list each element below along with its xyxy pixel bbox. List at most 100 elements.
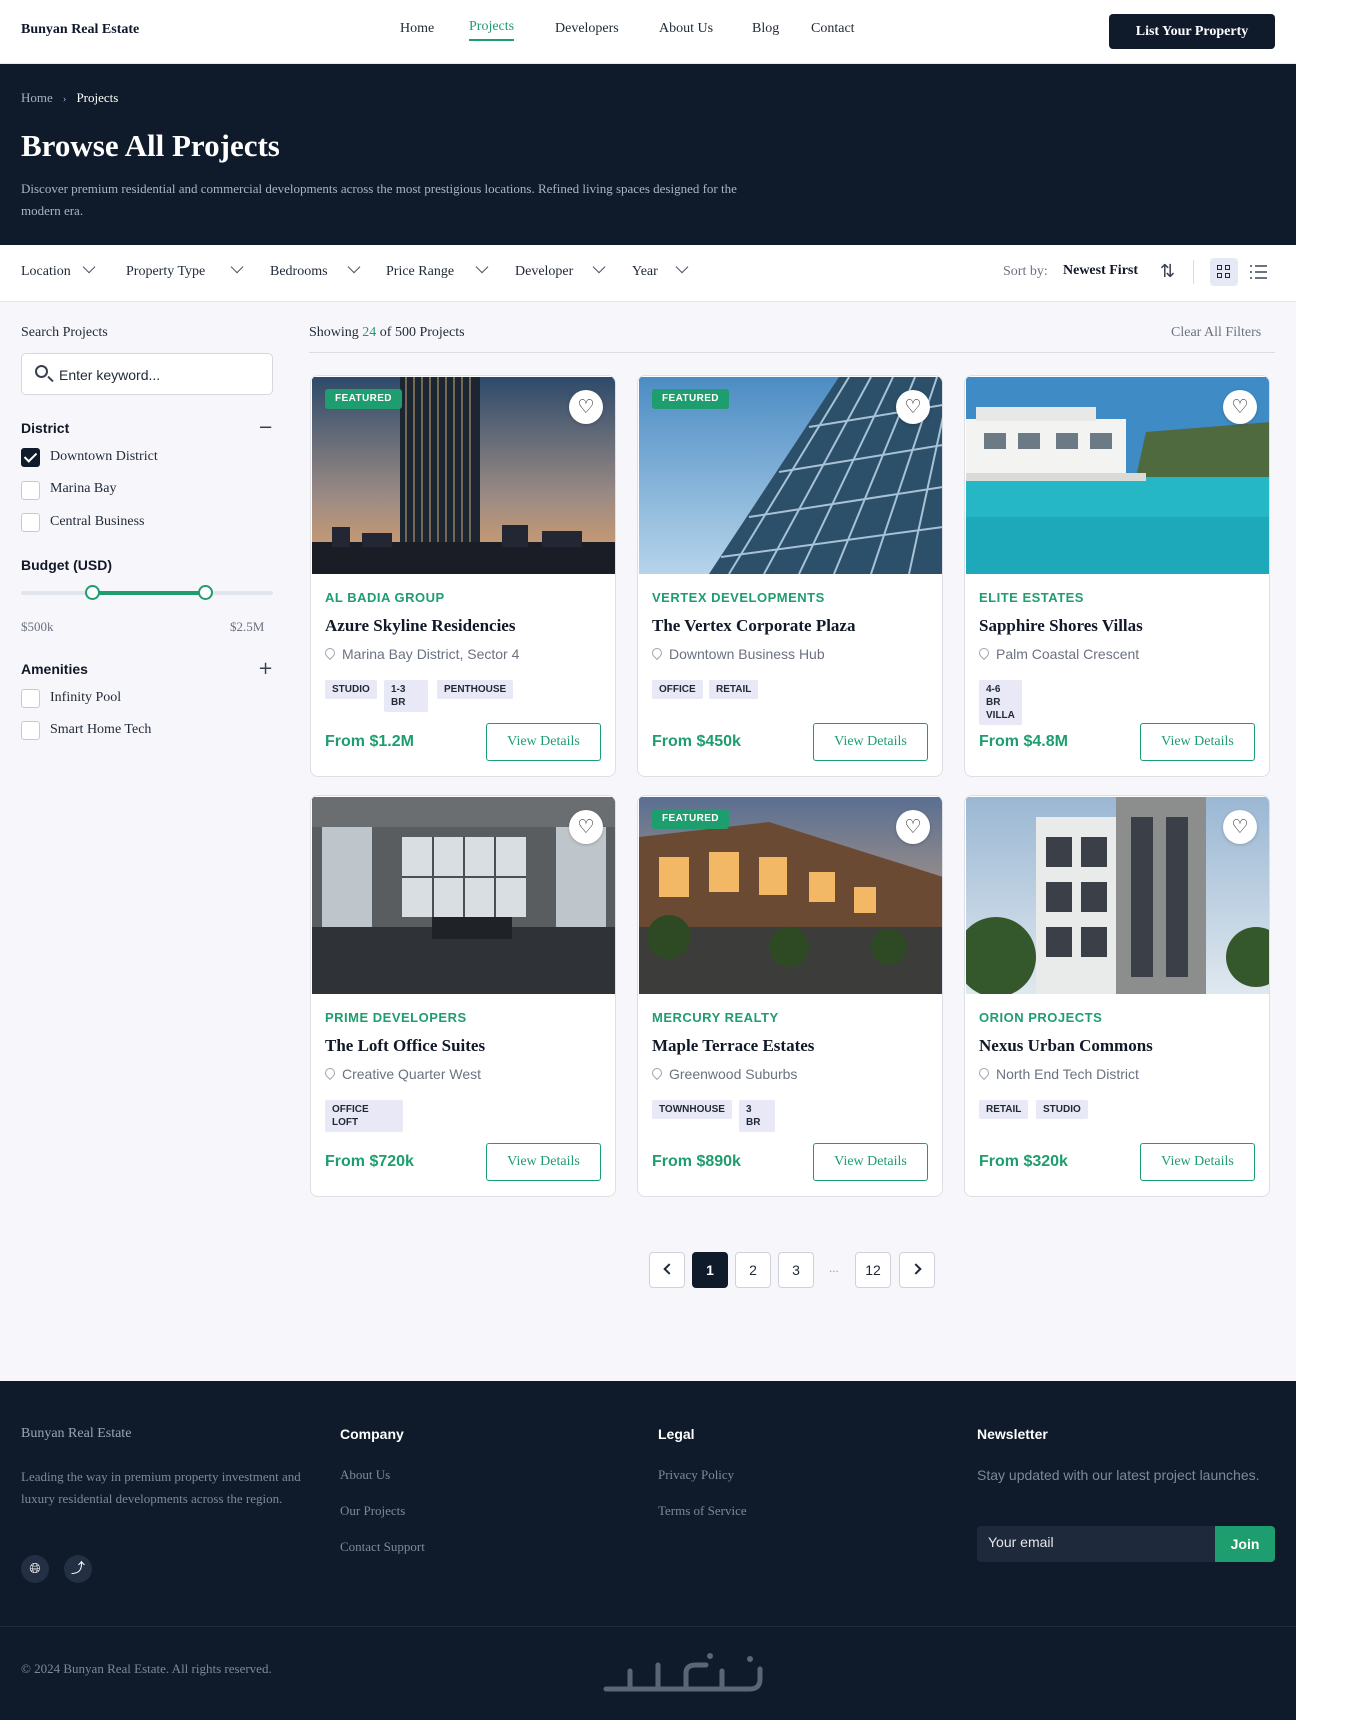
- footer-brand[interactable]: Bunyan Real Estate: [21, 1426, 131, 1442]
- pagination-next-button[interactable]: [899, 1252, 935, 1288]
- chevron-left-icon: [662, 1263, 675, 1275]
- location-text: Creative Quarter West: [342, 1066, 482, 1082]
- project-name[interactable]: Maple Terrace Estates: [652, 1036, 814, 1056]
- project-card[interactable]: FEATURED ♡ MERCURY REALTY Maple Terrace …: [637, 795, 943, 1197]
- budget-heading: Budget (USD): [21, 557, 112, 573]
- brand-logo[interactable]: Bunyan Real Estate: [21, 22, 139, 38]
- project-location: Downtown Business Hub: [649, 645, 825, 662]
- collapse-icon[interactable]: −: [258, 419, 273, 437]
- sort-select[interactable]: Newest First: [1063, 263, 1138, 279]
- filter-year[interactable]: Year: [632, 260, 689, 280]
- project-name[interactable]: Nexus Urban Commons: [979, 1036, 1153, 1056]
- project-card[interactable]: ♡ ELITE ESTATES Sapphire Shores Villas P…: [964, 375, 1270, 777]
- footer-link-contact-support[interactable]: Contact Support: [340, 1539, 425, 1555]
- developer-name[interactable]: MERCURY REALTY: [652, 1010, 779, 1025]
- pagination-page[interactable]: 12: [855, 1252, 891, 1288]
- pagination-prev-button[interactable]: [649, 1252, 685, 1288]
- footer-link-privacy-policy[interactable]: Privacy Policy: [658, 1467, 734, 1483]
- checkbox-smart-home-tech[interactable]: [21, 721, 40, 740]
- budget-slider-min-handle[interactable]: [84, 585, 100, 600]
- tag: 3 BR: [739, 1100, 775, 1132]
- budget-slider-max-handle[interactable]: [197, 585, 213, 600]
- filter-location[interactable]: Location: [21, 260, 96, 280]
- breadcrumb-separator-icon: ›: [62, 93, 67, 105]
- nav-home[interactable]: Home: [400, 21, 434, 37]
- view-details-button[interactable]: View Details: [1140, 1143, 1255, 1181]
- view-details-button[interactable]: View Details: [1140, 723, 1255, 761]
- sort-arrows-icon[interactable]: ⇅: [1160, 261, 1175, 282]
- checkbox-downtown-district[interactable]: [21, 448, 40, 467]
- pagination-page[interactable]: 3: [778, 1252, 814, 1288]
- heart-icon[interactable]: ♡: [569, 810, 603, 844]
- project-card[interactable]: ♡ PRIME DEVELOPERS The Loft Office Suite…: [310, 795, 616, 1197]
- checkbox-central-business[interactable]: [21, 513, 40, 532]
- filter-price-range[interactable]: Price Range: [386, 260, 489, 280]
- chevron-down-icon: [82, 260, 96, 274]
- filter-label: Year: [632, 264, 658, 279]
- checkbox-label: Downtown District: [50, 449, 158, 464]
- location-text: North End Tech District: [996, 1066, 1139, 1082]
- nav-about-us[interactable]: About Us: [659, 21, 713, 37]
- project-card[interactable]: FEATURED ♡ AL BADIA GROUP Azure Skyline …: [310, 375, 616, 777]
- project-price: From $4.8M: [979, 733, 1068, 750]
- developer-name[interactable]: PRIME DEVELOPERS: [325, 1010, 467, 1025]
- checkbox-marina-bay[interactable]: [21, 481, 40, 500]
- results-count: Showing 24 of 500 Projects: [309, 325, 465, 341]
- search-input[interactable]: [59, 364, 259, 386]
- chevron-right-icon: [909, 1263, 922, 1275]
- footer-link-terms-of-service[interactable]: Terms of Service: [658, 1503, 747, 1519]
- clear-all-filters-link[interactable]: Clear All Filters: [1171, 325, 1261, 341]
- filter-bedrooms[interactable]: Bedrooms: [270, 260, 360, 280]
- copyright: © 2024 Bunyan Real Estate. All rights re…: [21, 1661, 272, 1676]
- location-text: Palm Coastal Crescent: [996, 646, 1140, 662]
- heart-icon[interactable]: ♡: [896, 810, 930, 844]
- tag: RETAIL: [709, 680, 759, 699]
- developer-name[interactable]: ELITE ESTATES: [979, 590, 1084, 605]
- project-name[interactable]: The Loft Office Suites: [325, 1036, 485, 1056]
- developer-name[interactable]: AL BADIA GROUP: [325, 590, 445, 605]
- nav-blog[interactable]: Blog: [752, 21, 779, 37]
- expand-icon[interactable]: +: [258, 660, 273, 678]
- project-name[interactable]: Sapphire Shores Villas: [979, 616, 1143, 636]
- results-number: 24: [362, 325, 377, 340]
- heart-icon[interactable]: ♡: [1223, 390, 1257, 424]
- nav-contact[interactable]: Contact: [811, 21, 855, 37]
- heart-icon[interactable]: ♡: [896, 390, 930, 424]
- newsletter-email-input[interactable]: [988, 1534, 1198, 1550]
- view-details-button[interactable]: View Details: [486, 723, 601, 761]
- filter-developer[interactable]: Developer: [515, 260, 606, 280]
- footer-link-our-projects[interactable]: Our Projects: [340, 1503, 405, 1519]
- view-details-button[interactable]: View Details: [813, 1143, 928, 1181]
- developer-name[interactable]: VERTEX DEVELOPMENTS: [652, 590, 825, 605]
- newsletter-join-button[interactable]: Join: [1215, 1526, 1275, 1562]
- project-name[interactable]: The Vertex Corporate Plaza: [652, 616, 855, 636]
- budget-slider[interactable]: [21, 585, 273, 600]
- list-view-icon[interactable]: [1250, 262, 1268, 280]
- project-card[interactable]: FEATURED ♡ VERTEX DEVELOPMENTS The Verte…: [637, 375, 943, 777]
- globe-icon[interactable]: 🌐︎: [21, 1555, 49, 1583]
- heart-icon[interactable]: ♡: [569, 390, 603, 424]
- view-details-button[interactable]: View Details: [813, 723, 928, 761]
- developer-name[interactable]: ORION PROJECTS: [979, 1010, 1102, 1025]
- nav-developers[interactable]: Developers: [555, 21, 619, 37]
- nav-projects[interactable]: Projects: [469, 19, 515, 41]
- project-name[interactable]: Azure Skyline Residencies: [325, 616, 515, 636]
- filter-property-type[interactable]: Property Type: [126, 260, 244, 280]
- filter-label: Price Range: [386, 264, 455, 279]
- filter-label: Bedrooms: [270, 264, 328, 279]
- list-property-button[interactable]: List Your Property: [1109, 14, 1275, 49]
- breadcrumb-home[interactable]: Home: [21, 90, 53, 105]
- budget-slider-range: [91, 591, 205, 595]
- filter-label: Location: [21, 264, 71, 279]
- project-location: North End Tech District: [976, 1065, 1139, 1082]
- heart-icon[interactable]: ♡: [1223, 810, 1257, 844]
- share-icon[interactable]: ⤴: [64, 1555, 92, 1583]
- project-card[interactable]: ♡ ORION PROJECTS Nexus Urban Commons Nor…: [964, 795, 1270, 1197]
- pagination-page[interactable]: 1: [692, 1252, 728, 1288]
- checkbox-infinity-pool[interactable]: [21, 689, 40, 708]
- grid-view-icon[interactable]: [1210, 258, 1238, 286]
- footer-link-about-us[interactable]: About Us: [340, 1467, 390, 1483]
- view-details-button[interactable]: View Details: [486, 1143, 601, 1181]
- page-description: Discover premium residential and commerc…: [21, 181, 737, 218]
- pagination-page[interactable]: 2: [735, 1252, 771, 1288]
